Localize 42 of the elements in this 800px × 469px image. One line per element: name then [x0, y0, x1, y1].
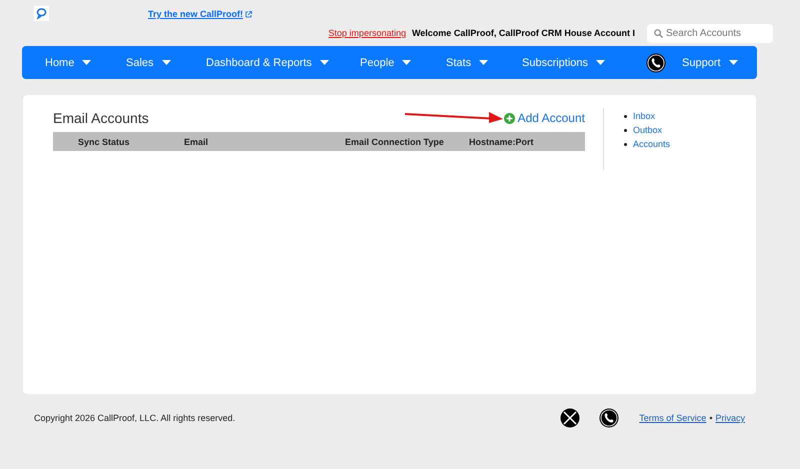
bullet-icon — [624, 143, 627, 146]
terms-link[interactable]: Terms of Service — [639, 413, 706, 423]
copyright-text: Copyright 2026 CallProof, LLC. All rights reserved. — [34, 413, 236, 423]
nav-menu-item[interactable]: Support — [682, 56, 738, 68]
add-account-button[interactable]: Add Account — [504, 111, 585, 125]
nav-menu-item[interactable]: Subscriptions — [522, 56, 606, 68]
separator-text: • — [709, 413, 712, 423]
welcome-text: Welcome CallProof, CallProof CRM House Account I — [412, 28, 635, 38]
column-header: Email — [184, 136, 210, 146]
search-field[interactable]: Search Accounts — [647, 24, 773, 42]
search-icon — [654, 28, 663, 38]
phone-button[interactable] — [646, 52, 666, 72]
phone-icon — [646, 52, 666, 72]
column-header: Sync Status — [78, 136, 131, 146]
plus-icon — [504, 112, 515, 124]
sidebar-link[interactable]: Outbox — [633, 124, 662, 137]
column-header: Hostname:Port — [469, 136, 535, 146]
caret-icon — [479, 60, 488, 65]
page-title: Email Accounts — [53, 110, 149, 126]
caret-icon — [82, 60, 92, 65]
column-header: Email Connection Type — [345, 136, 445, 146]
sidebar-link[interactable]: Inbox — [633, 110, 656, 123]
bullet-icon — [624, 115, 627, 118]
caret-icon — [402, 60, 412, 65]
bullet-icon — [624, 129, 627, 132]
promo-link[interactable]: Try the new CallProof! — [148, 9, 252, 19]
nav-menu-item[interactable]: Stats — [446, 56, 488, 68]
caret-icon — [596, 60, 606, 65]
phone-icon — [599, 408, 620, 428]
arrow-icon — [405, 111, 503, 123]
caret-icon — [320, 60, 329, 65]
privacy-link[interactable]: Privacy — [715, 413, 745, 423]
caret-icon — [162, 60, 171, 65]
nav-menu-item[interactable]: People — [360, 56, 412, 68]
stop-impersonating-link[interactable]: Stop impersonating — [328, 28, 406, 38]
nav-menu-item[interactable]: Home — [45, 56, 92, 68]
nav-menu-item[interactable]: Dashboard & Reports — [206, 56, 329, 68]
external-link-icon — [245, 10, 252, 18]
logo-icon[interactable] — [34, 6, 49, 21]
sidebar-link[interactable]: Accounts — [633, 138, 670, 151]
nav-menu-item[interactable]: Sales — [126, 56, 171, 68]
caret-icon — [728, 60, 738, 65]
